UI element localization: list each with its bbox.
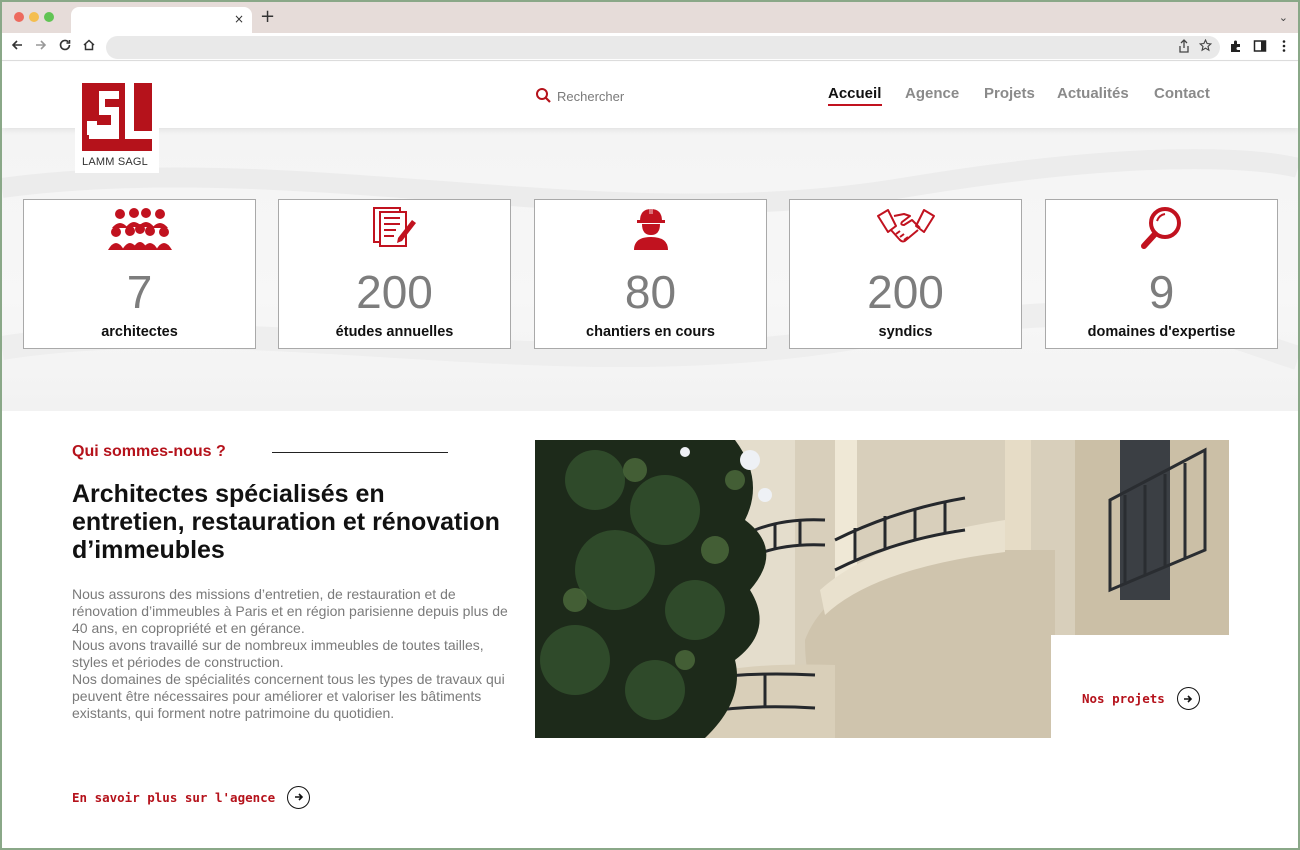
stat-card-domaines: 9 domaines d'expertise — [1045, 199, 1278, 349]
stat-label: syndics — [878, 324, 933, 340]
stat-number: 9 — [1148, 266, 1175, 318]
magnifier-icon — [1140, 207, 1181, 249]
team-icon — [107, 208, 172, 250]
stat-number: 7 — [126, 266, 153, 318]
nav-accueil[interactable]: Accueil — [828, 85, 881, 102]
handshake-icon — [876, 209, 935, 243]
tab-close-icon[interactable]: × — [234, 12, 244, 26]
tab-bar: × + ⌄ — [2, 2, 1298, 33]
stat-label: architectes — [101, 324, 178, 340]
reload-icon[interactable] — [56, 38, 74, 56]
site-logo[interactable]: LAMM SAGL — [75, 77, 159, 173]
share-icon[interactable] — [1178, 39, 1190, 56]
tab-search-icon[interactable]: ⌄ — [1279, 11, 1288, 24]
address-bar[interactable] — [106, 36, 1220, 59]
stat-label: chantiers en cours — [586, 324, 715, 340]
home-icon[interactable] — [80, 38, 98, 56]
worker-helmet-icon — [633, 208, 668, 250]
logo-text: LAMM SAGL — [82, 156, 148, 168]
agency-link[interactable]: En savoir plus sur l'agence — [72, 785, 311, 809]
nav-agence[interactable]: Agence — [905, 85, 959, 102]
kicker-divider — [272, 452, 448, 453]
close-window-button[interactable] — [14, 12, 24, 22]
arrow-right-icon[interactable] — [287, 785, 311, 809]
nav-projets[interactable]: Projets — [984, 85, 1035, 102]
projects-link[interactable]: Nos projets — [1082, 687, 1200, 710]
browser-toolbar — [2, 33, 1298, 61]
minimize-window-button[interactable] — [29, 12, 39, 22]
section-title: Architectes spécialisés en entretien, re… — [72, 480, 500, 564]
forward-icon[interactable] — [32, 38, 50, 56]
new-tab-button[interactable]: + — [260, 8, 275, 26]
back-icon[interactable] — [8, 38, 26, 56]
agency-link-label: En savoir plus sur l'agence — [72, 789, 276, 805]
stat-card-syndics: 200 syndics — [789, 199, 1022, 349]
about-paragraph: Nous avons travaillé sur de nombreux imm… — [72, 637, 484, 670]
section-kicker: Qui sommes-nous ? — [72, 443, 226, 460]
about-paragraph: Nous assurons des missions d’entretien, … — [72, 586, 508, 636]
stat-card-architectes: 7 architectes — [23, 199, 256, 349]
stat-label: domaines d'expertise — [1087, 324, 1236, 340]
stat-number: 200 — [867, 266, 944, 318]
nav-actualites[interactable]: Actualités — [1057, 85, 1129, 102]
extensions-icon[interactable] — [1229, 39, 1243, 53]
documents-icon — [372, 207, 416, 247]
stat-label: études annuelles — [335, 324, 454, 340]
projects-link-label: Nos projets — [1082, 691, 1165, 706]
browser-tab[interactable]: × — [71, 7, 252, 33]
stat-number: 200 — [356, 266, 433, 318]
about-text: Nous assurons des missions d’entretien, … — [72, 586, 512, 722]
more-icon[interactable] — [1277, 39, 1291, 53]
logo-mark — [82, 83, 152, 151]
stat-card-chantiers: 80 chantiers en cours — [534, 199, 767, 349]
browser-window: × + ⌄ LAMM SAGL Rechercher Accueil Agenc… — [2, 2, 1298, 848]
maximize-window-button[interactable] — [44, 12, 54, 22]
active-nav-indicator — [828, 104, 882, 106]
arrow-right-icon[interactable] — [1176, 687, 1200, 710]
projects-card: Nos projets — [1051, 635, 1229, 738]
star-icon[interactable] — [1198, 38, 1213, 55]
sidebar-icon[interactable] — [1253, 39, 1267, 53]
stat-number: 80 — [624, 266, 677, 318]
main-nav: Accueil Agence Projets Actualités Contac… — [2, 85, 1298, 109]
stat-card-etudes: 200 études annuelles — [278, 199, 511, 349]
nav-contact[interactable]: Contact — [1154, 85, 1210, 102]
about-paragraph: Nos domaines de spécialités concernent t… — [72, 671, 505, 721]
